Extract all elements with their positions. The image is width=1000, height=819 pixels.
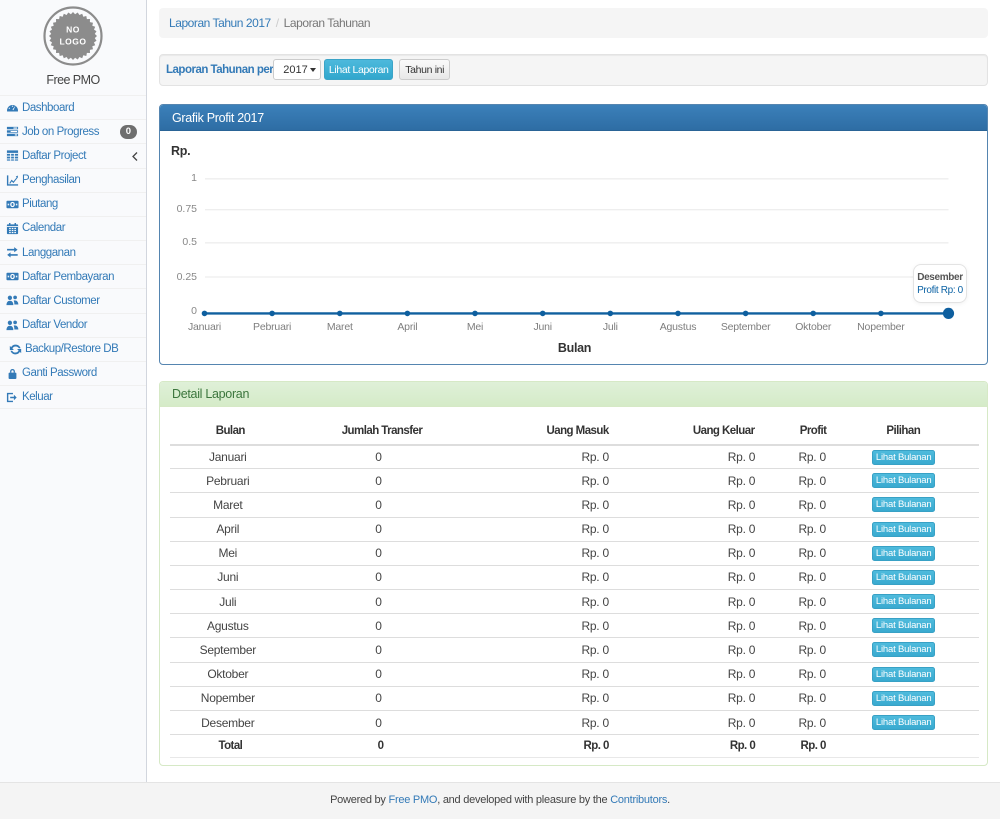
svg-text:NO: NO <box>66 25 80 35</box>
svg-text:LOGO: LOGO <box>59 37 86 47</box>
